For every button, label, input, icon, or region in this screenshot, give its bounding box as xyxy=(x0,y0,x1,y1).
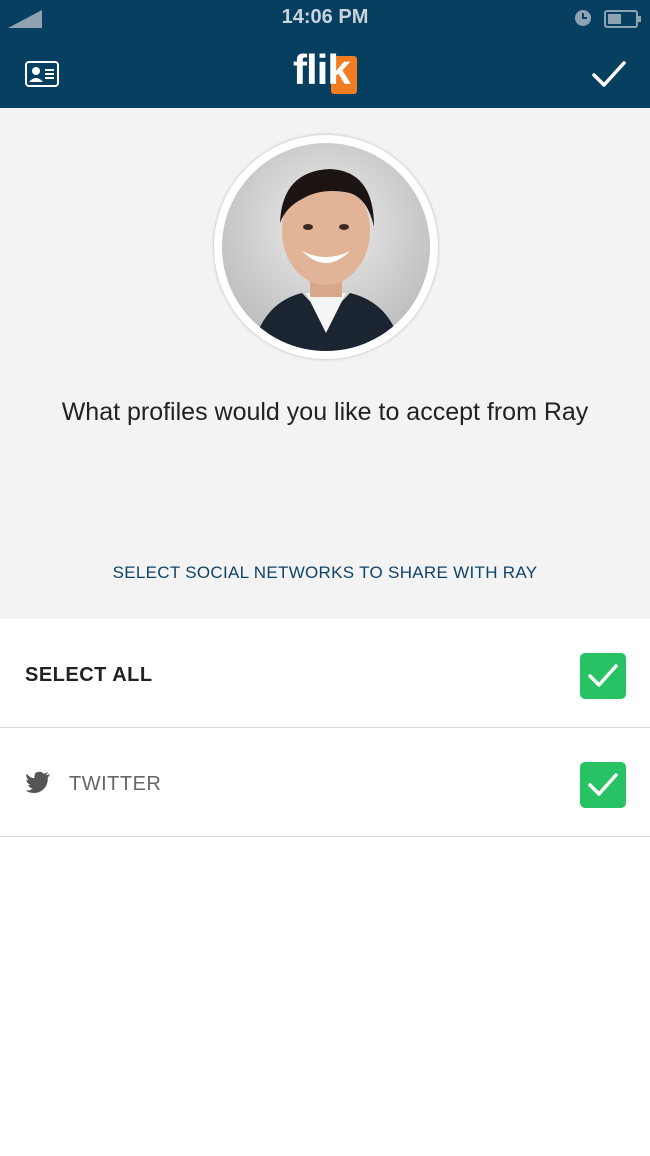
twitter-icon xyxy=(25,771,50,793)
confirm-check-icon[interactable] xyxy=(592,60,626,88)
logo-text: flik xyxy=(293,46,351,93)
accept-profiles-prompt: What profiles would you like to accept f… xyxy=(61,398,589,426)
contact-card-icon[interactable] xyxy=(25,61,59,87)
select-all-label: SELECT ALL xyxy=(25,664,153,686)
share-networks-caption: SELECT SOCIAL NETWORKS TO SHARE WITH RAY xyxy=(112,563,538,582)
app-header: 14:06 PM flik xyxy=(0,0,650,108)
status-time: 14:06 PM xyxy=(281,6,369,28)
contact-summary: What profiles would you like to accept f… xyxy=(0,108,650,619)
flik-logo: flik xyxy=(293,46,359,96)
check-icon xyxy=(588,773,618,796)
battery-icon xyxy=(604,10,641,28)
avatar-frame xyxy=(214,135,438,359)
alarm-clock-icon xyxy=(575,10,591,26)
twitter-label: TWITTER xyxy=(69,773,162,795)
twitter-checkbox[interactable] xyxy=(580,762,626,808)
select-all-row[interactable]: SELECT ALL xyxy=(0,620,650,728)
contact-avatar xyxy=(222,143,430,351)
select-all-checkbox[interactable] xyxy=(580,653,626,699)
check-icon xyxy=(588,664,618,687)
twitter-row[interactable]: TWITTER xyxy=(0,729,650,837)
